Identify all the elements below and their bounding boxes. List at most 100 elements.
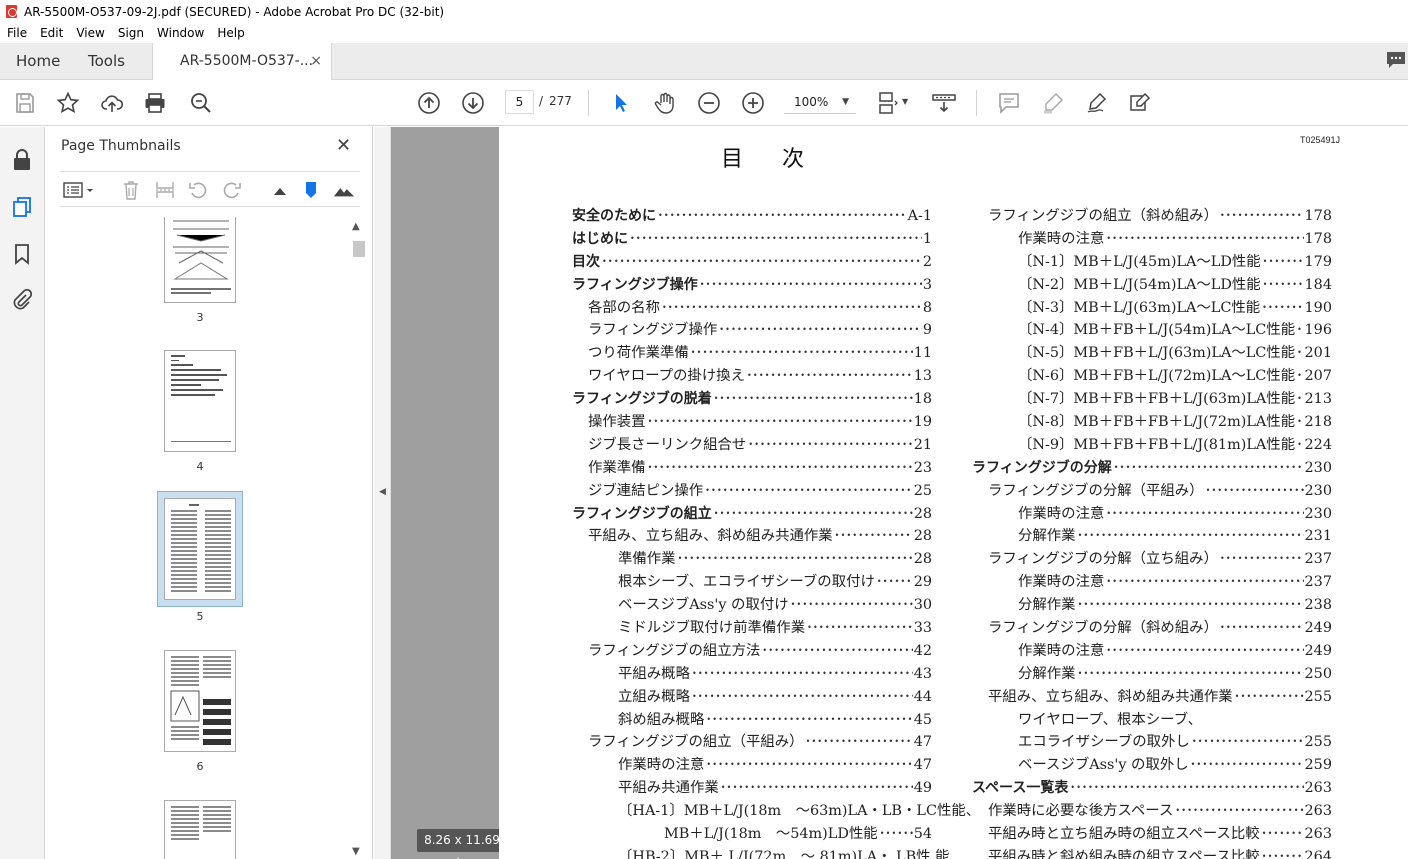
zoom-in-icon[interactable] xyxy=(741,91,765,115)
lock-icon[interactable] xyxy=(11,149,33,171)
page-number-input[interactable]: 5 xyxy=(505,90,534,114)
toc-entry[interactable]: 作業時の注意 249 xyxy=(972,640,1332,663)
toc-entry[interactable]: ラフィングジブの組立方法 42 xyxy=(572,640,932,663)
toc-entry[interactable]: 〔HB-2〕MB＋ L/J(72m ～ 81m)LA・ LB性 能 xyxy=(572,846,950,859)
toc-entry[interactable]: 〔HA-1〕MB＋L/J(18m ～63m)LA・LB・LC性能、 xyxy=(572,800,980,823)
toc-entry[interactable]: 作業時の注意 230 xyxy=(972,503,1332,526)
menu-edit[interactable]: Edit xyxy=(40,26,63,40)
close-panel-icon[interactable]: ✕ xyxy=(336,135,351,156)
thumbnail-size-slider-icon[interactable] xyxy=(300,179,322,201)
toc-entry[interactable]: ワイヤロープ、根本シーブ、 xyxy=(972,709,1332,732)
scroll-up-icon[interactable]: ▲ xyxy=(352,221,360,232)
toc-entry[interactable]: 〔N-6〕MB＋FB＋L/J(72m)LA～LC性能 207 xyxy=(972,365,1332,388)
toc-entry[interactable]: MB＋L/J(18m ～54m)LD性能 54 xyxy=(572,823,932,846)
upload-cloud-icon[interactable] xyxy=(100,91,124,115)
toc-entry[interactable]: つり荷作業準備 11 xyxy=(572,342,932,365)
hand-tool-icon[interactable] xyxy=(653,91,677,115)
toc-entry[interactable]: 〔N-9〕MB＋FB＋FB＋L/J(81m)LA性能 224 xyxy=(972,434,1332,457)
collapse-panel-icon[interactable]: ◀ xyxy=(379,487,386,497)
toc-entry[interactable]: 分解作業 238 xyxy=(972,594,1332,617)
zoom-out-icon[interactable] xyxy=(697,91,721,115)
bookmark-icon[interactable] xyxy=(11,243,33,265)
toc-entry[interactable]: 目次 2 xyxy=(572,251,932,274)
toc-entry[interactable]: ラフィングジブの組立 28 xyxy=(572,503,932,526)
toc-entry[interactable]: 〔N-4〕MB＋FB＋L/J(54m)LA～LC性能 196 xyxy=(972,319,1332,342)
toc-entry[interactable]: 作業時の注意 47 xyxy=(572,754,932,777)
menu-view[interactable]: View xyxy=(76,26,104,40)
zoom-level-select[interactable]: 100% ▼ xyxy=(784,90,856,114)
toc-entry[interactable]: 準備作業 28 xyxy=(572,548,932,571)
options-menu-icon[interactable] xyxy=(62,179,96,201)
zoom-search-icon[interactable] xyxy=(189,91,213,115)
page-thumbnail[interactable] xyxy=(164,217,236,303)
toc-entry[interactable]: 平組み時と斜め組み時の組立スペース比較 264 xyxy=(972,846,1332,859)
toc-entry[interactable]: 根本シーブ、エコライザシーブの取付け 29 xyxy=(572,571,932,594)
toc-entry[interactable]: ラフィングジブの脱着 18 xyxy=(572,388,932,411)
menu-help[interactable]: Help xyxy=(217,26,244,40)
page-thumbnail[interactable] xyxy=(164,650,236,752)
toc-entry[interactable]: 作業準備 23 xyxy=(572,457,932,480)
toc-entry[interactable]: 平組み時と立ち組み時の組立スペース比較 263 xyxy=(972,823,1332,846)
page-thumbnail[interactable] xyxy=(164,350,236,452)
tab-document[interactable]: AR-5500M-O537-... × xyxy=(152,43,332,81)
toc-entry[interactable]: エコライザシーブの取外し 255 xyxy=(972,731,1332,754)
rotate-right-icon[interactable] xyxy=(221,179,243,201)
toc-entry[interactable]: 平組み概略 43 xyxy=(572,663,932,686)
toc-entry[interactable]: 安全のために A-1 xyxy=(572,205,932,228)
toc-entry[interactable]: 〔N-5〕MB＋FB＋L/J(63m)LA～LC性能 201 xyxy=(972,342,1332,365)
toc-entry[interactable]: ラフィングジブの分解（斜め組み） 249 xyxy=(972,617,1332,640)
menu-sign[interactable]: Sign xyxy=(118,26,144,40)
toc-entry[interactable]: ラフィングジブ操作 3 xyxy=(572,274,932,297)
rotate-left-icon[interactable] xyxy=(187,179,209,201)
print-icon[interactable] xyxy=(143,91,167,115)
fill-sign-icon[interactable] xyxy=(1128,91,1152,115)
tab-tools[interactable]: Tools xyxy=(88,43,125,80)
toc-entry[interactable]: ラフィングジブ操作 9 xyxy=(572,319,932,342)
page-thumbnail[interactable] xyxy=(164,800,236,859)
toc-entry[interactable]: 平組み、立ち組み、斜め組み共通作業 28 xyxy=(572,525,932,548)
scroll-down-icon[interactable]: ▼ xyxy=(352,846,360,857)
toc-entry[interactable]: 〔N-3〕MB＋L/J(63m)LA～LC性能 190 xyxy=(972,297,1332,320)
panel-collapse-gutter[interactable]: ◀ xyxy=(374,127,391,859)
toc-entry[interactable]: ラフィングジブの組立（斜め組み） 178 xyxy=(972,205,1332,228)
attachment-icon[interactable] xyxy=(11,288,33,310)
thumbnail-size-large-icon[interactable] xyxy=(333,179,355,201)
toc-entry[interactable]: 〔N-1〕MB＋L/J(45m)LA～LD性能 179 xyxy=(972,251,1332,274)
comment-bubble-icon[interactable] xyxy=(1386,51,1406,69)
toc-entry[interactable]: ベースジブAss'y の取外し 259 xyxy=(972,754,1332,777)
toc-entry[interactable]: スペース一覧表 263 xyxy=(972,777,1332,800)
menu-window[interactable]: Window xyxy=(157,26,204,40)
toc-entry[interactable]: 作業時の注意 178 xyxy=(972,228,1332,251)
toc-entry[interactable]: ラフィングジブの分解 230 xyxy=(972,457,1332,480)
toc-entry[interactable]: 平組み、立ち組み、斜め組み共通作業 255 xyxy=(972,686,1332,709)
toc-entry[interactable]: ジブ長さーリンク組合せ 21 xyxy=(572,434,932,457)
toc-entry[interactable]: 分解作業 250 xyxy=(972,663,1332,686)
select-cursor-icon[interactable] xyxy=(609,91,633,115)
toc-entry[interactable]: 〔N-2〕MB＋L/J(54m)LA～LD性能 184 xyxy=(972,274,1332,297)
highlight-pen-icon[interactable] xyxy=(1041,91,1065,115)
page-thumbnails-icon[interactable] xyxy=(11,196,33,218)
toc-entry[interactable]: 作業時に必要な後方スペース 263 xyxy=(972,800,1332,823)
page-thumbnail-selected[interactable] xyxy=(164,498,236,600)
scroll-mode-icon[interactable] xyxy=(932,91,956,115)
bookmark-star-icon[interactable] xyxy=(56,91,80,115)
previous-page-icon[interactable] xyxy=(417,91,441,115)
close-tab-icon[interactable]: × xyxy=(310,43,322,80)
thumbnail-scrollbar[interactable]: ▲ ▼ xyxy=(350,217,365,859)
comment-icon[interactable] xyxy=(997,91,1021,115)
toc-entry[interactable]: 〔N-8〕MB＋FB＋FB＋L/J(72m)LA性能 218 xyxy=(972,411,1332,434)
toc-entry[interactable]: はじめに 1 xyxy=(572,228,932,251)
tab-home[interactable]: Home xyxy=(16,43,60,80)
delete-page-icon[interactable] xyxy=(120,179,142,201)
page-fit-icon[interactable] xyxy=(876,91,900,115)
toc-entry[interactable]: 各部の名称 8 xyxy=(572,297,932,320)
toc-entry[interactable]: ミドルジブ取付け前準備作業 33 xyxy=(572,617,932,640)
menu-file[interactable]: File xyxy=(7,26,27,40)
toc-entry[interactable]: ジブ連結ピン操作 25 xyxy=(572,480,932,503)
toc-entry[interactable]: 作業時の注意 237 xyxy=(972,571,1332,594)
chevron-down-icon[interactable]: ▼ xyxy=(902,97,908,106)
toc-entry[interactable]: 斜め組み概略 45 xyxy=(572,709,932,732)
toc-entry[interactable]: ベースジブAss'y の取付け 30 xyxy=(572,594,932,617)
toc-entry[interactable]: ラフィングジブの分解（平組み） 230 xyxy=(972,480,1332,503)
toc-entry[interactable]: ワイヤロープの掛け換え 13 xyxy=(572,365,932,388)
